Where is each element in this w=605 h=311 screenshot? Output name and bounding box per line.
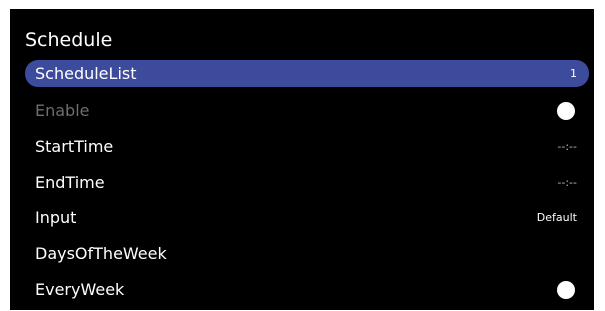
menu-item-daysoftheweek[interactable]: DaysOfTheWeek (25, 240, 589, 267)
menu-item-input[interactable]: Input Default (25, 204, 589, 231)
menu-item-schedulelist[interactable]: ScheduleList 1 (25, 60, 589, 87)
menu-item-label: ScheduleList (35, 64, 137, 83)
menu-item-enable[interactable]: Enable (25, 97, 589, 124)
menu-item-starttime[interactable]: StartTime --:-- (25, 133, 589, 160)
menu-item-label: Input (35, 208, 77, 227)
toggle-knob-icon[interactable] (557, 101, 575, 120)
menu-item-value: --:-- (557, 176, 577, 189)
menu-item-label: EndTime (35, 173, 105, 192)
menu-item-label: DaysOfTheWeek (35, 244, 167, 263)
menu-item-value: --:-- (557, 140, 577, 153)
menu-item-endtime[interactable]: EndTime --:-- (25, 169, 589, 196)
toggle-knob-icon[interactable] (557, 280, 575, 299)
menu-item-label: Enable (35, 101, 90, 120)
menu-item-label: StartTime (35, 137, 114, 156)
menu-item-value: 1 (570, 67, 577, 80)
menu-item-value: Default (536, 211, 577, 224)
schedule-menu-panel: Schedule ScheduleList 1 Enable StartTime… (10, 9, 594, 310)
menu-item-label: EveryWeek (35, 280, 125, 299)
menu-item-everyweek[interactable]: EveryWeek (25, 276, 589, 303)
menu-title: Schedule (25, 29, 113, 51)
